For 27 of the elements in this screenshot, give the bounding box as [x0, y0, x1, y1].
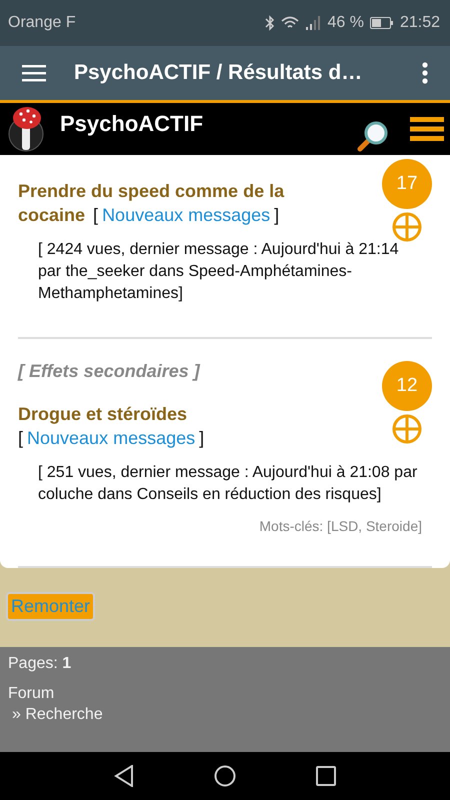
wifi-icon: [281, 16, 300, 30]
topic-info: [ 2424 vues, dernier message : Aujourd'hui à 21:14 par the_seeker dans Speed-Amphétamines-Methamphetamines]: [38, 240, 400, 304]
reply-count-badge: 12: [382, 361, 432, 411]
back-icon[interactable]: [114, 765, 134, 787]
more-options-icon[interactable]: [422, 62, 428, 84]
bluetooth-icon: [265, 15, 276, 31]
clock: 21:52: [400, 14, 440, 32]
recents-icon[interactable]: [316, 766, 336, 786]
pages-label: Pages: 1: [8, 655, 72, 673]
mushroom-logo-icon[interactable]: [6, 104, 46, 154]
breadcrumb-link[interactable]: Forum: [8, 683, 442, 704]
battery-icon: [370, 17, 394, 29]
app-bar-title: PsychoACTIF / Résultats d…: [74, 61, 364, 85]
reply-count-badge: 17: [382, 159, 432, 209]
category-label: [ Effets secondaires ]: [18, 361, 202, 382]
new-messages-link[interactable]: Nouveaux messages: [102, 205, 270, 225]
topic-info: [ 251 vues, dernier message : Aujourd'hui à 21:08 par coluche dans Conseils en réduction des risques]: [38, 463, 418, 505]
keywords-label: Mots-clés: [LSD, Steroide]: [258, 518, 422, 534]
signal-icon: [305, 16, 322, 30]
breadcrumb-link[interactable]: » Recherche: [12, 704, 442, 725]
home-icon[interactable]: [214, 765, 236, 787]
new-messages-link[interactable]: Nouveaux messages: [27, 428, 196, 448]
battery-percent: 46 %: [327, 14, 364, 32]
carrier-label: Orange F: [8, 14, 76, 32]
menu-icon[interactable]: [22, 64, 46, 82]
search-icon[interactable]: [356, 119, 390, 153]
menu-icon[interactable]: [410, 116, 444, 142]
